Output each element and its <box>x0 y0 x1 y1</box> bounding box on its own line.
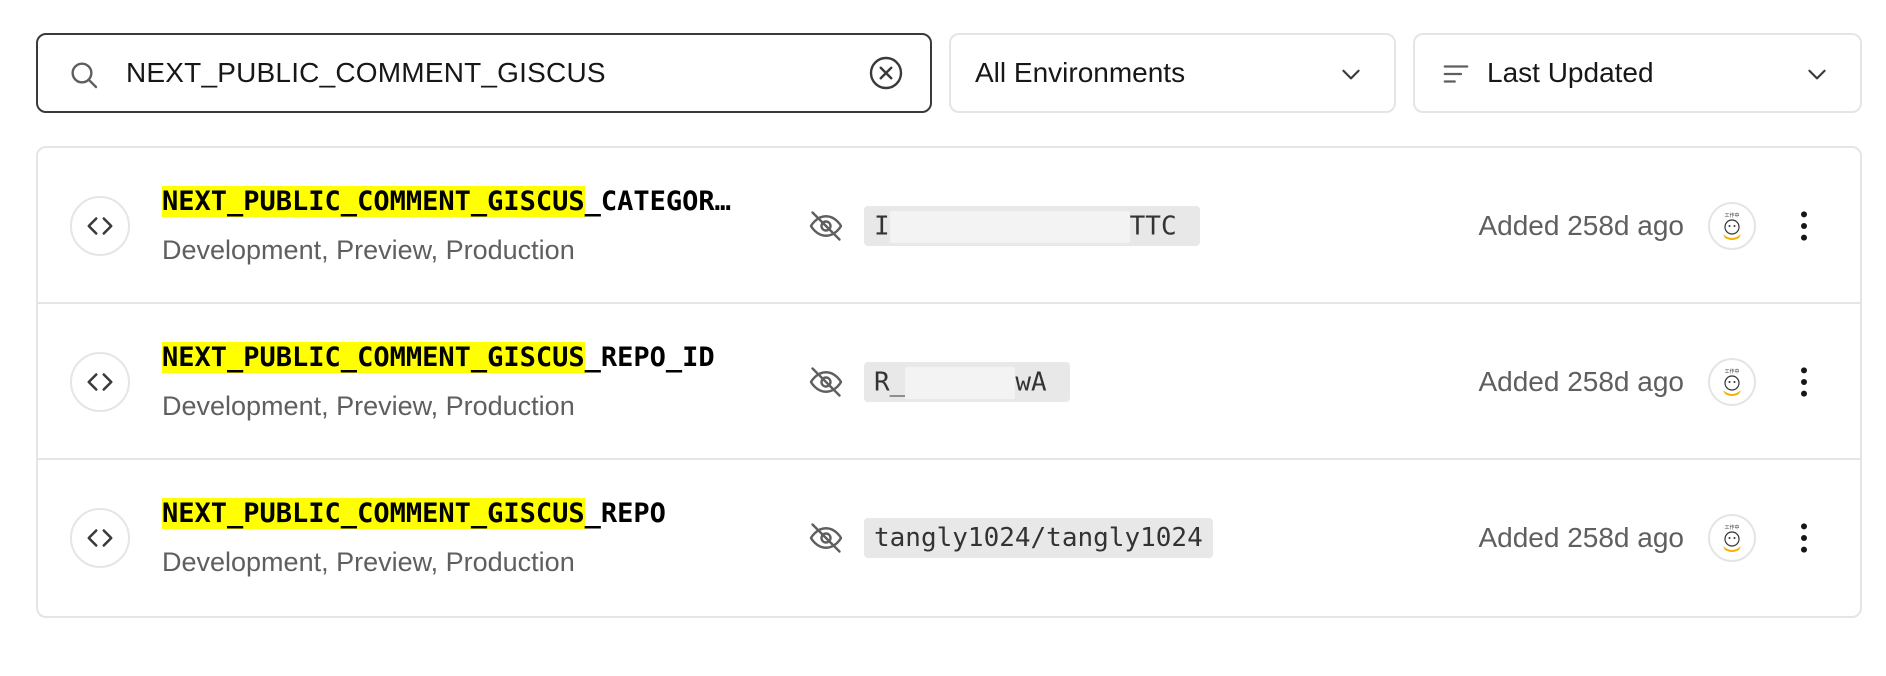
sort-select[interactable]: Last Updated <box>1413 33 1862 113</box>
more-options-icon[interactable] <box>1784 206 1824 246</box>
code-icon <box>70 352 130 412</box>
eye-off-icon[interactable] <box>808 208 844 244</box>
variable-environments: Development, Preview, Production <box>162 547 575 577</box>
variable-name: NEXT_PUBLIC_COMMENT_GISCUS_REPO <box>162 494 762 534</box>
env-variable-row[interactable]: NEXT_PUBLIC_COMMENT_GISCUS_CATEGOR… Deve… <box>38 148 1860 304</box>
search-match-highlight: NEXT_PUBLIC_COMMENT_GISCUS <box>162 342 585 373</box>
sort-select-label: Last Updated <box>1487 57 1654 88</box>
env-variable-list: NEXT_PUBLIC_COMMENT_GISCUS_CATEGOR… Deve… <box>36 146 1862 618</box>
variable-environments: Development, Preview, Production <box>162 391 575 421</box>
search-match-highlight: NEXT_PUBLIC_COMMENT_GISCUS <box>162 498 585 529</box>
chevron-down-icon <box>1808 69 1826 80</box>
eye-off-icon[interactable] <box>808 364 844 400</box>
search-input[interactable]: NEXT_PUBLIC_COMMENT_GISCUS <box>36 33 932 113</box>
env-variable-row[interactable]: NEXT_PUBLIC_COMMENT_GISCUS_REPO Developm… <box>38 460 1860 616</box>
avatar[interactable]: 工作中 <box>1708 514 1756 562</box>
toolbar: NEXT_PUBLIC_COMMENT_GISCUS All Environme… <box>36 33 1862 113</box>
variable-name: NEXT_PUBLIC_COMMENT_GISCUS_CATEGOR… <box>162 182 762 222</box>
chevron-down-icon <box>1342 69 1360 80</box>
env-variable-row[interactable]: NEXT_PUBLIC_COMMENT_GISCUS_REPO_ID Devel… <box>38 304 1860 460</box>
code-icon <box>70 196 130 256</box>
variable-environments: Development, Preview, Production <box>162 235 575 265</box>
env-variables-panel: NEXT_PUBLIC_COMMENT_GISCUS All Environme… <box>0 0 1886 676</box>
avatar[interactable]: 工作中 <box>1708 358 1756 406</box>
svg-text:工作中: 工作中 <box>1724 368 1739 375</box>
sort-lines-icon <box>1443 65 1469 83</box>
variable-name-rest: _REPO <box>584 498 666 529</box>
eye-off-icon[interactable] <box>808 520 844 556</box>
search-icon <box>71 62 98 89</box>
search-match-highlight: NEXT_PUBLIC_COMMENT_GISCUS <box>162 186 585 217</box>
more-options-icon[interactable] <box>1784 518 1824 558</box>
clear-icon[interactable] <box>868 55 904 91</box>
redacted-mask <box>889 210 1130 243</box>
masked-value[interactable]: I TTC <box>864 206 1200 246</box>
value-end: TTC <box>1129 211 1177 242</box>
environment-filter-select[interactable]: All Environments <box>949 33 1396 113</box>
variable-name-rest: _CATEGOR… <box>584 186 731 217</box>
redacted-mask <box>905 366 1016 399</box>
search-input-value[interactable]: NEXT_PUBLIC_COMMENT_GISCUS <box>126 35 606 111</box>
variable-name-rest: _REPO_ID <box>584 342 715 373</box>
value-end: wA <box>1015 367 1047 398</box>
environment-filter-label: All Environments <box>975 57 1186 88</box>
added-timestamp: Added 258d ago <box>1478 210 1684 241</box>
variable-name: NEXT_PUBLIC_COMMENT_GISCUS_REPO_ID <box>162 338 762 378</box>
more-options-icon[interactable] <box>1784 362 1824 402</box>
added-timestamp: Added 258d ago <box>1478 522 1684 553</box>
plain-value[interactable]: tangly1024/tangly1024 <box>864 518 1213 558</box>
svg-text:工作中: 工作中 <box>1724 212 1739 219</box>
value-start: R_ <box>874 367 906 398</box>
added-timestamp: Added 258d ago <box>1478 366 1684 397</box>
svg-text:工作中: 工作中 <box>1724 524 1739 531</box>
avatar[interactable]: 工作中 <box>1708 202 1756 250</box>
value-start: I <box>874 211 890 242</box>
masked-value[interactable]: R_ wA <box>864 362 1070 402</box>
code-icon <box>70 508 130 568</box>
